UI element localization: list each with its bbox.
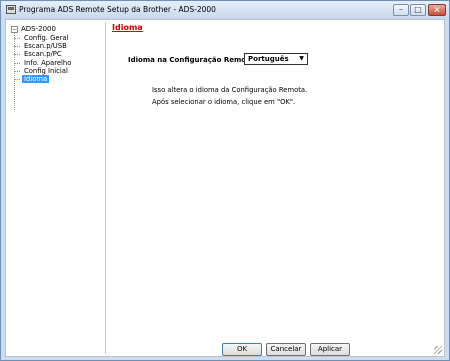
tree-item-escan-usb[interactable]: Escan.p/USB xyxy=(13,42,73,50)
resize-grip-icon[interactable] xyxy=(434,346,442,354)
tree-items: Config. Geral Escan.p/USB Escan.p/PC Inf… xyxy=(13,34,73,84)
tree-item-idioma[interactable]: Idioma xyxy=(13,74,50,84)
section-title: Idioma xyxy=(112,23,143,32)
collapse-icon[interactable]: − xyxy=(11,25,18,33)
window-title: Programa ADS Remote Setup da Brother - A… xyxy=(19,5,216,14)
app-window: Programa ADS Remote Setup da Brother - A… xyxy=(0,0,450,361)
client-area: − ADS-2000 Config. Geral Escan.p/USB Esc… xyxy=(5,19,445,357)
language-select-value: Português xyxy=(248,55,289,63)
language-setting-label: Idioma na Configuração Remota xyxy=(128,56,255,64)
chevron-down-icon[interactable]: ▼ xyxy=(296,54,307,64)
info-text-line1: Isso altera o idioma da Configuração Rem… xyxy=(152,86,308,94)
tree-item-info-aparelho[interactable]: Info. Aparelho xyxy=(13,59,73,67)
title-bar[interactable]: Programa ADS Remote Setup da Brother - A… xyxy=(1,1,449,19)
tree-item-escan-pc[interactable]: Escan.p/PC xyxy=(13,50,73,58)
tree-item-config-inicial[interactable]: Config Inicial xyxy=(13,67,73,75)
printer-app-icon xyxy=(6,5,16,14)
maximize-icon[interactable]: □ xyxy=(410,4,426,16)
navigation-tree: − ADS-2000 Config. Geral Escan.p/USB Esc… xyxy=(8,22,106,354)
tree-root[interactable]: − ADS-2000 xyxy=(11,24,56,34)
minimize-icon[interactable]: – xyxy=(393,4,409,16)
cancel-button[interactable]: Cancelar xyxy=(266,343,306,356)
apply-button[interactable]: Aplicar xyxy=(310,343,350,356)
language-select[interactable]: Português ▼ xyxy=(244,53,308,65)
close-icon[interactable]: × xyxy=(428,4,446,16)
tree-item-config-geral[interactable]: Config. Geral xyxy=(13,34,73,42)
info-text-line2: Após selecionar o idioma, clique em "OK"… xyxy=(152,98,296,106)
ok-button[interactable]: OK xyxy=(222,343,262,356)
tree-root-label: ADS-2000 xyxy=(21,25,56,33)
